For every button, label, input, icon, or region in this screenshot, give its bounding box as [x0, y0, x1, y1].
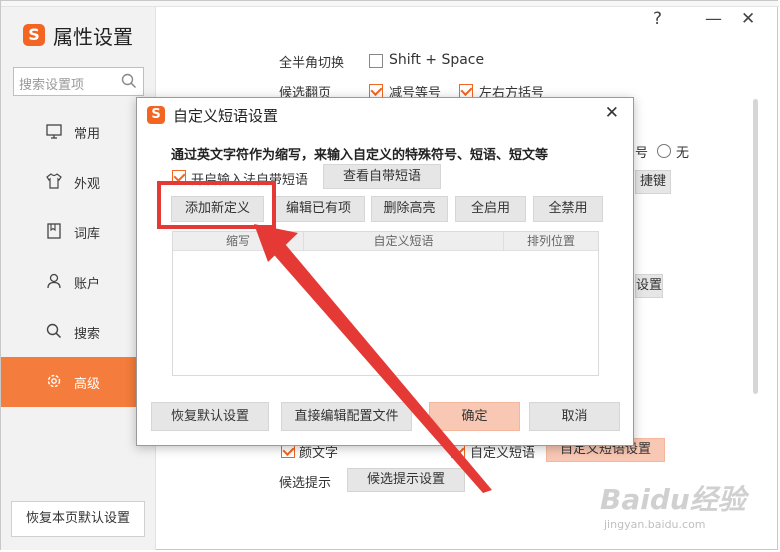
annotation-arrow [254, 224, 492, 493]
annotation-arrow-shaft [268, 238, 492, 493]
watermark-logo: Baidu经验 [600, 483, 746, 516]
watermark-url: jingyan.baidu.com [604, 518, 706, 531]
watermark: Baidu经验 jingyan.baidu.com [600, 478, 770, 536]
